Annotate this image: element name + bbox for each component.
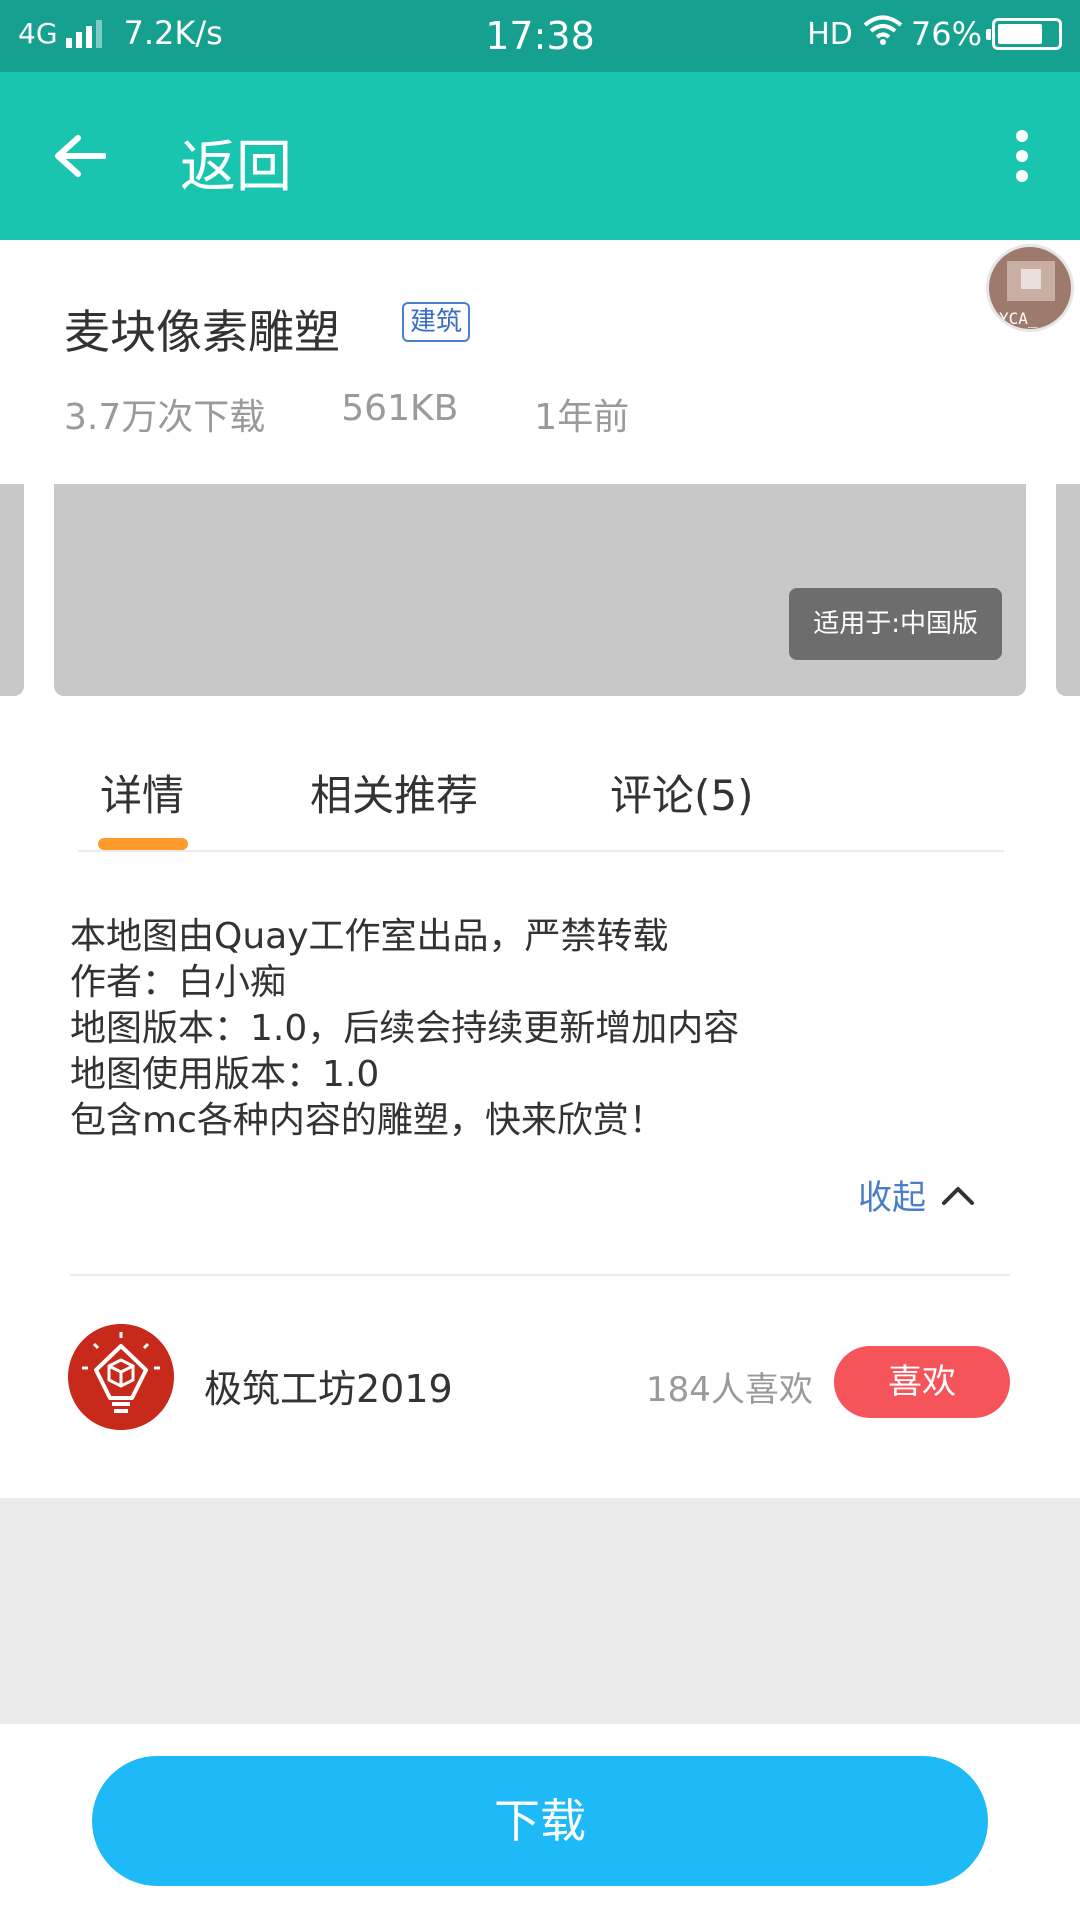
description-line: 本地图由Quay工作室出品，严禁转载 bbox=[70, 916, 669, 957]
collapse-label: 收起 bbox=[858, 1178, 926, 1218]
arrow-left-icon bbox=[55, 135, 106, 177]
updated-time: 1年前 bbox=[534, 397, 630, 438]
uploader-avatar[interactable]: YCA_ bbox=[986, 244, 1074, 332]
description: 本地图由Quay工作室出品，严禁转载 作者：白小痴 地图版本：1.0，后续会持续… bbox=[70, 914, 1010, 1144]
app-bar-title[interactable]: 返回 bbox=[180, 122, 292, 203]
map-detail-screen: 4G 7.2K/s 17:38 HD 76% 返回 麦块像素雕塑 建筑 3.7万… bbox=[0, 0, 1080, 1920]
app-bar: 返回 bbox=[0, 72, 1080, 240]
map-header: 麦块像素雕塑 建筑 3.7万次下载 561KB 1年前 bbox=[0, 240, 1080, 484]
author-avatar[interactable] bbox=[68, 1324, 174, 1430]
description-line: 地图版本：1.0，后续会持续更新增加内容 bbox=[70, 1008, 740, 1049]
status-bar: 4G 7.2K/s 17:38 HD 76% bbox=[0, 0, 1080, 72]
download-count: 3.7万次下载 bbox=[64, 397, 266, 438]
tab-details[interactable]: 详情 bbox=[100, 762, 184, 823]
tab-comments[interactable]: 评论(5) bbox=[610, 762, 754, 823]
battery-icon bbox=[986, 18, 1062, 50]
file-size: 561KB bbox=[341, 388, 459, 429]
chevron-up-icon bbox=[942, 1186, 974, 1205]
carousel-next-image[interactable] bbox=[1056, 484, 1080, 696]
status-right: HD 76% bbox=[807, 14, 1062, 54]
tab-bar: 详情 相关推荐 评论(5) bbox=[78, 696, 1004, 852]
download-button[interactable]: 下载 bbox=[92, 1756, 988, 1886]
hd-indicator: HD bbox=[807, 16, 853, 52]
battery-percent: 76% bbox=[910, 15, 982, 53]
wifi-icon bbox=[863, 14, 903, 54]
active-tab-indicator bbox=[98, 838, 188, 850]
content-spacer bbox=[0, 1498, 1080, 1724]
description-line: 作者：白小痴 bbox=[70, 962, 287, 1003]
download-bar: 下载 bbox=[0, 1724, 1080, 1920]
lightbulb-logo-icon bbox=[68, 1324, 174, 1430]
map-meta: 3.7万次下载 561KB 1年前 bbox=[64, 388, 705, 440]
like-count: 184人喜欢 bbox=[646, 1370, 813, 1410]
author-name[interactable]: 极筑工坊2019 bbox=[204, 1358, 453, 1413]
map-title: 麦块像素雕塑 bbox=[64, 305, 340, 359]
more-vertical-icon[interactable] bbox=[992, 124, 1052, 188]
description-line: 包含mc各种内容的雕塑，快来欣赏！ bbox=[70, 1100, 665, 1141]
collapse-button[interactable]: 收起 bbox=[858, 1170, 976, 1219]
back-button[interactable] bbox=[40, 118, 120, 194]
carousel-prev-image[interactable] bbox=[0, 484, 24, 696]
screenshot-carousel[interactable]: 适用于:中国版 bbox=[0, 484, 1080, 696]
carousel-image[interactable]: 适用于:中国版 bbox=[54, 484, 1026, 696]
description-line: 地图使用版本：1.0 bbox=[70, 1054, 380, 1095]
tab-recommendations[interactable]: 相关推荐 bbox=[310, 762, 478, 823]
like-button[interactable]: 喜欢 bbox=[834, 1346, 1010, 1418]
divider bbox=[70, 1274, 1010, 1276]
avatar-caption: YCA_ bbox=[999, 309, 1038, 328]
category-tag[interactable]: 建筑 bbox=[402, 302, 471, 342]
version-badge: 适用于:中国版 bbox=[789, 588, 1002, 660]
